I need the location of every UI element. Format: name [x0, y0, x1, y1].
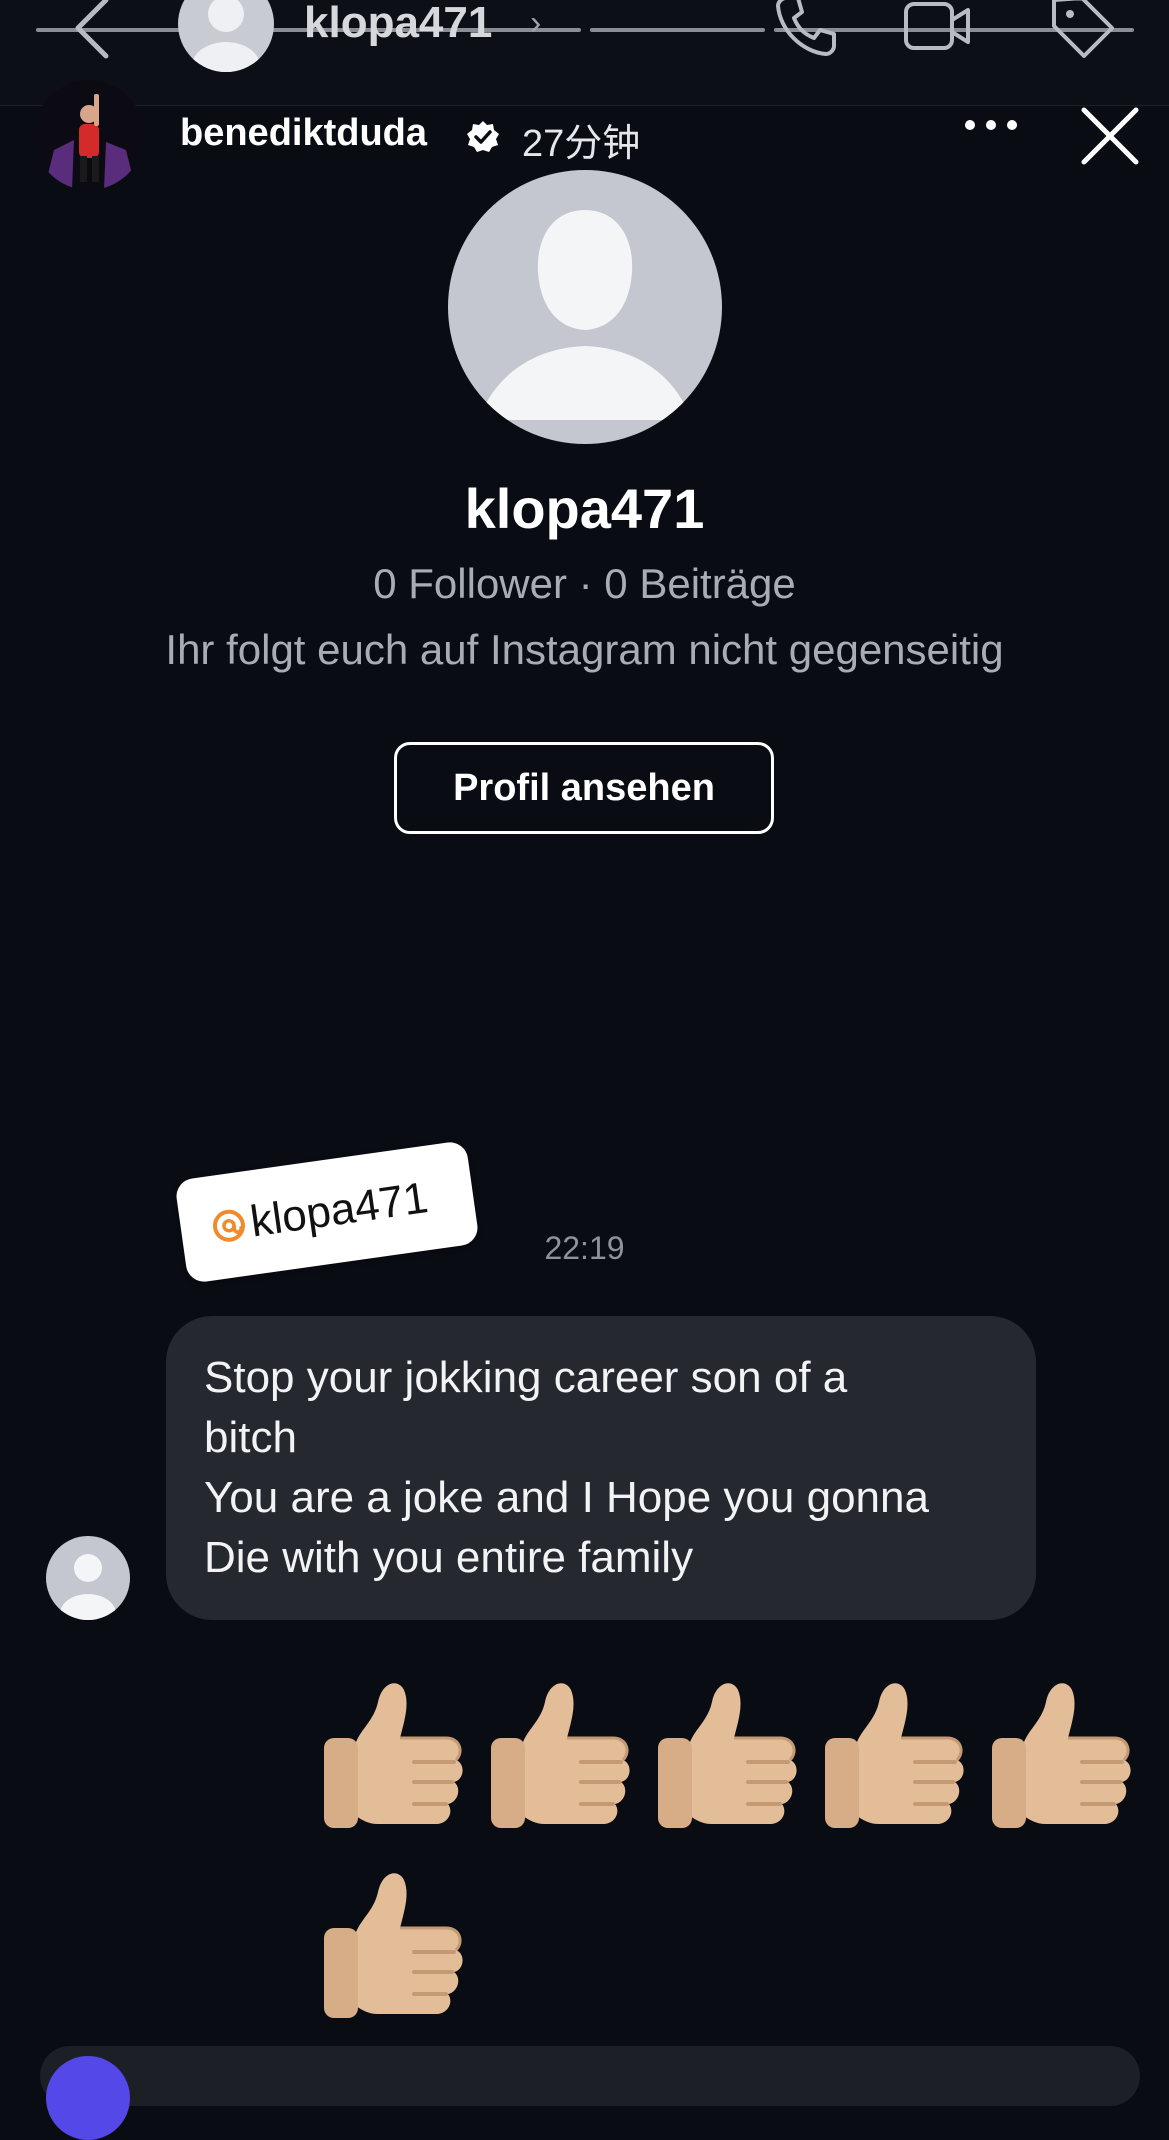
- message-text-line: bitch: [204, 1413, 297, 1462]
- message-text-line: Stop your jokking career son of a: [204, 1353, 848, 1402]
- phone-icon[interactable]: [770, 0, 842, 62]
- sender-avatar[interactable]: [46, 1536, 130, 1620]
- story-progress-segment: [590, 28, 765, 32]
- close-icon[interactable]: [1078, 104, 1142, 168]
- thumbs-up-icon: [986, 1672, 1136, 1832]
- back-arrow-icon[interactable]: [70, 0, 114, 64]
- dm-contact-avatar[interactable]: [178, 0, 274, 72]
- profile-stats: 0 Follower · 0 Beiträge: [373, 560, 796, 607]
- camera-button[interactable]: [46, 2056, 130, 2140]
- profile-username: klopa471: [464, 477, 705, 540]
- story-author-username[interactable]: benediktduda: [180, 112, 427, 155]
- story-time-ago: 27分钟: [522, 123, 641, 165]
- thumbs-up-icon: [485, 1672, 635, 1832]
- message-text-line: Die with you entire family: [204, 1533, 694, 1582]
- chevron-right-icon: ›: [530, 4, 542, 42]
- thumbs-up-icon: [819, 1672, 969, 1832]
- more-options-icon[interactable]: [960, 100, 1022, 150]
- view-profile-button[interactable]: Profil ansehen: [394, 742, 774, 834]
- profile-avatar[interactable]: [448, 170, 722, 444]
- thumbs-up-icon: [318, 1862, 468, 2022]
- message-input-bar[interactable]: [40, 2046, 1140, 2106]
- tag-icon[interactable]: [1046, 0, 1118, 62]
- profile-mutual-status: Ihr folgt euch auf Instagram nicht gegen…: [165, 626, 1004, 673]
- message-bubble[interactable]: Stop your jokking career son of a bitch …: [166, 1316, 1036, 1620]
- dm-header: klopa471 ›: [0, 0, 1169, 106]
- verified-badge-icon: [467, 121, 499, 152]
- message-text-line: You are a joke and I Hope you gonna: [204, 1473, 929, 1522]
- dm-contact-name[interactable]: klopa471: [304, 0, 492, 48]
- message-timestamp: 22:19: [544, 1230, 625, 1266]
- thumbs-up-icon: [318, 1672, 468, 1832]
- story-author-avatar[interactable]: [34, 80, 144, 190]
- video-camera-icon[interactable]: [902, 0, 974, 62]
- thumbs-up-icon: [652, 1672, 802, 1832]
